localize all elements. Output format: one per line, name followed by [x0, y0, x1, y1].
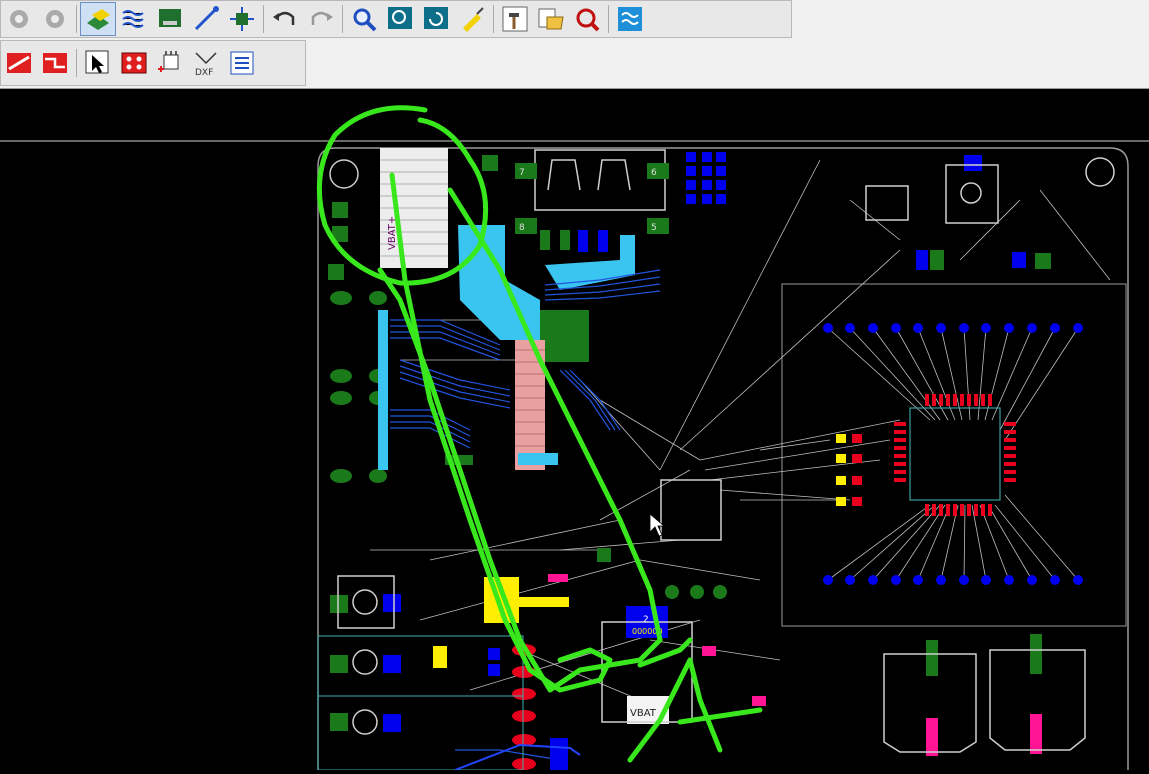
place-component-button[interactable]	[152, 46, 188, 80]
copper-pour-icon	[122, 10, 144, 28]
undo-icon	[273, 11, 295, 25]
svg-text:DXF: DXF	[195, 68, 213, 77]
toolbar-row-secondary: DXF	[0, 40, 306, 86]
mounting-hole-left	[329, 159, 359, 189]
trace-layer-red-icon	[7, 53, 31, 73]
toolbar-separator	[263, 5, 264, 33]
module-outline	[781, 283, 1127, 627]
conn-8-label: 8	[519, 223, 525, 233]
design-check-icon	[576, 8, 600, 32]
refresh-icon	[424, 7, 448, 29]
toolbar-area: DXF	[0, 0, 1149, 89]
route-trace-icon	[194, 6, 219, 31]
toolbar-separator	[76, 49, 77, 77]
qfp-chip-outline	[909, 407, 1001, 501]
toolbar-separator	[342, 5, 343, 33]
select-pointer-button[interactable]	[80, 46, 116, 80]
layers-stack-button[interactable]	[612, 2, 648, 36]
chip-2-label: 2	[643, 615, 649, 625]
pad-array-button[interactable]	[116, 46, 152, 80]
toolbar-row-main	[0, 0, 792, 38]
module-pads-top	[823, 323, 1083, 333]
toolbar-separator	[76, 5, 77, 33]
board-outline-icon	[159, 9, 181, 27]
toolbar-separator	[608, 5, 609, 33]
board-outline-button[interactable]	[152, 2, 188, 36]
small-component-pads	[433, 434, 1042, 756]
component-icon	[230, 7, 254, 31]
settings-gear-2-button[interactable]	[37, 2, 73, 36]
layers-stack-icon	[618, 7, 642, 31]
trace-layer-red-2-icon	[43, 53, 67, 73]
list-report-button[interactable]	[224, 46, 260, 80]
trace-layer-red-2-button[interactable]	[37, 46, 73, 80]
build-hammer-icon	[502, 6, 528, 32]
zoom-window-icon	[388, 7, 412, 29]
select-pointer-icon	[85, 50, 109, 74]
copper-pour-button[interactable]	[116, 2, 152, 36]
mounting-hole-right	[1085, 157, 1115, 187]
mouse-cursor-icon	[649, 513, 666, 537]
zoom-window-button[interactable]	[382, 2, 418, 36]
pad-array-icon	[121, 52, 147, 74]
qfp-pins	[894, 394, 1016, 516]
vbat-bottom-label: VBAT	[630, 708, 657, 719]
zoom-icon	[353, 8, 377, 32]
dxf-export-icon: DXF	[195, 52, 217, 77]
usb-connector	[534, 149, 666, 211]
dxf-export-button[interactable]: DXF	[188, 46, 224, 80]
pcb-layout[interactable]: VBAT+ 7 6 8 5 2 000000 VBAT	[0, 89, 1149, 771]
zoom-button[interactable]	[346, 2, 382, 36]
build-hammer-button[interactable]	[497, 2, 533, 36]
open-folder-button[interactable]	[533, 2, 569, 36]
settings-gear-2-icon	[46, 10, 64, 28]
undo-button[interactable]	[267, 2, 303, 36]
toolbar-separator	[493, 5, 494, 33]
usb-pads	[515, 163, 669, 234]
conn-6-label: 6	[651, 168, 657, 178]
conn-7-label: 7	[519, 168, 525, 178]
list-report-icon	[230, 51, 254, 75]
open-folder-icon	[538, 8, 564, 30]
layer-display-icon	[87, 9, 110, 30]
highlight-icon	[463, 7, 484, 32]
route-trace-button[interactable]	[188, 2, 224, 36]
module-pads-bottom	[823, 575, 1083, 585]
place-component-icon	[158, 51, 179, 72]
settings-gear-button[interactable]	[1, 2, 37, 36]
highlight-button[interactable]	[454, 2, 490, 36]
pcb-canvas[interactable]: VBAT+ 7 6 8 5 2 000000 VBAT	[0, 89, 1149, 771]
design-check-button[interactable]	[569, 2, 605, 36]
redo-button[interactable]	[303, 2, 339, 36]
component-button[interactable]	[224, 2, 260, 36]
settings-gear-icon	[10, 10, 28, 28]
trace-layer-red-button[interactable]	[1, 46, 37, 80]
redo-icon	[311, 11, 333, 25]
layer-display-button[interactable]	[80, 2, 116, 36]
conn-5-label: 5	[651, 223, 657, 233]
refresh-button[interactable]	[418, 2, 454, 36]
